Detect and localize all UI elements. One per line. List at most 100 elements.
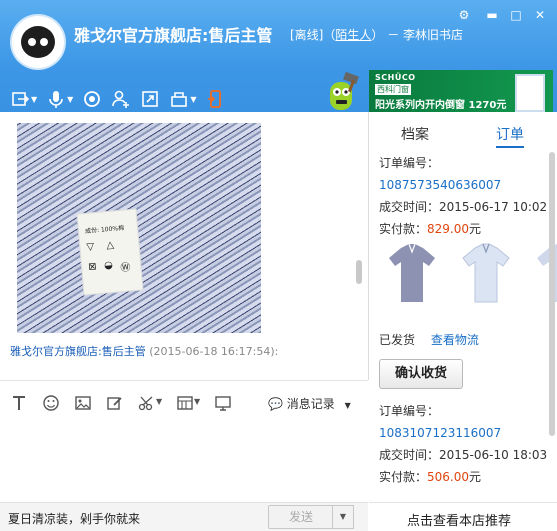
chat-title: 雅戈尔官方旗舰店:售后主管 [74,26,273,45]
chevron-down-icon: ▼ [190,94,197,104]
shipping-status: 已发货 查看物流 [379,331,479,348]
mascot-icon[interactable] [322,72,366,112]
calculator-button[interactable]: ▼ [176,395,200,411]
order-time: 2015-06-10 18:03 [439,448,548,462]
wash-symbol-icon: ▽ [86,241,95,254]
order-card: 订单编号： 1087573540636007 成交时间：2015-06-17 1… [379,152,549,240]
order-amount: 506.00 [427,470,470,484]
order-no-link[interactable]: 1083107123116007 [379,426,501,440]
order-amount: 829.00 [427,222,470,236]
store-recommend-bar[interactable]: 点击查看本店推荐 [369,502,557,531]
stranger-link[interactable]: 陌生人 [335,28,371,42]
voice-icon [49,91,63,108]
order-no-link[interactable]: 1087573540636007 [379,178,501,192]
chat-bubble-icon: 💬 [268,397,283,411]
no-bleach-icon: △ [105,239,115,252]
message-input[interactable] [0,424,368,502]
tab-profile[interactable]: 档案 [401,124,429,144]
ad-banner[interactable]: SCHÜCO 西科门窗 阳光系列内开内倒窗 1270元 [369,70,553,112]
promo-text[interactable]: 夏日清凉装，剁手你就来 [8,510,140,527]
avatar[interactable] [12,16,64,68]
garment-care-label: 成份: 100%棉 ▽ △ ⊠ ◒ Ⓦ [76,208,144,296]
ad-brand: SCHÜCO [375,73,416,82]
font-button[interactable] [10,395,28,411]
screenshot-button[interactable]: ▼ [138,395,162,411]
message-photo[interactable]: 成份: 100%棉 ▽ △ ⊠ ◒ Ⓦ [17,123,261,333]
iron-icon: ◒ [103,259,114,272]
sender-name: 雅戈尔官方旗舰店:售后主管 [10,345,146,358]
message-timestamp: (2015-06-18 16:17:54): [149,345,279,358]
ad-brand-sub: 西科门窗 [375,84,411,95]
chevron-down-icon: ▼ [194,397,201,406]
panel-tabs: 档案 订单 [369,124,557,148]
message-history-button[interactable]: 💬 消息记录 ▼ [268,395,351,412]
chevron-down-icon: ▼ [67,94,74,104]
voice-button[interactable]: ▼ [46,89,73,109]
confirm-receipt-button[interactable]: 确认收货 [379,359,463,389]
share-screen-icon [142,91,159,107]
transfer-file-button[interactable]: ▼ [10,89,37,109]
edit-icon [107,397,122,410]
avatar-face-icon [21,26,55,58]
order-time-label: 成交时间： [379,448,440,462]
history-label: 消息记录 [286,397,335,411]
order-products [379,236,557,314]
close-icon[interactable]: ✕ [533,8,547,22]
contact-location: － 李林旧书店 [387,28,464,42]
tab-orders[interactable]: 订单 [496,124,524,148]
panel-scrollbar[interactable] [549,152,555,436]
remote-desktop-button[interactable]: ▼ [169,89,196,109]
avatar-eye-icon [28,38,36,46]
image-icon [75,396,91,410]
chat-toolbar: ▼ ▼ ▼ [10,88,234,110]
screen-share-button[interactable] [214,395,232,411]
send-button[interactable]: 发送 [268,505,334,529]
store-recommend-link[interactable]: 点击查看本店推荐 [407,510,511,529]
gear-icon[interactable]: ⚙ [457,8,471,22]
order-pay-label: 实付款： [379,222,428,236]
chat-scrollbar[interactable] [356,260,362,284]
chat-history[interactable]: 成份: 100%棉 ▽ △ ⊠ ◒ Ⓦ 雅戈尔官方旗舰店:售后主管 (2015-… [0,112,369,380]
side-panel: 档案 订单 订单编号： 1087573540636007 成交时间：2015-0… [369,112,557,530]
share-screen-button[interactable] [140,89,160,109]
remote-desktop-icon [171,92,188,107]
shirt-product-image[interactable] [461,242,511,306]
avatar-eye-icon [40,38,48,46]
shirt-product-image[interactable] [387,242,437,306]
transfer-file-icon [12,92,30,106]
chevron-down-icon: ▼ [156,397,163,406]
edit-button[interactable] [106,395,124,411]
chevron-down-icon: ▼ [344,401,351,410]
mobile-button[interactable] [205,89,225,109]
editor-toolbar: ▼ ▼ 💬 消息记录 ▼ [0,380,368,425]
add-contact-button[interactable] [111,89,131,109]
window-product-image [515,74,545,112]
add-contact-icon [112,90,130,108]
emoji-icon [43,395,59,411]
font-icon [13,396,25,410]
order-pay-label: 实付款： [379,470,428,484]
dry-clean-icon: Ⓦ [120,262,131,275]
order-no-label: 订单编号： [379,404,440,418]
chevron-down-icon: ▼ [31,94,38,104]
ad-slogan: 阳光系列内开内倒窗 1270元 [375,100,507,111]
video-icon [84,91,101,107]
order-currency: 元 [469,470,482,484]
minimize-icon[interactable]: ▬ [485,8,499,22]
maximize-icon[interactable]: □ [509,8,523,22]
scissors-icon [138,396,153,411]
order-time: 2015-06-17 10:02 [439,200,548,214]
garment-tag-text: 成份: 100%棉 [84,224,125,236]
send-options-button[interactable]: ▼ [332,505,354,529]
status-open: [离线]（ [290,28,336,42]
video-button[interactable] [82,89,102,109]
calculator-icon [177,396,193,410]
logistics-link[interactable]: 查看物流 [431,333,479,347]
contact-status: [离线]（陌生人） － 李林旧书店 [290,26,463,43]
image-button[interactable] [74,395,92,411]
order-currency: 元 [469,222,482,236]
status-close: ） [371,28,384,42]
monitor-icon [215,396,231,411]
order-time-label: 成交时间： [379,200,440,214]
emoji-button[interactable] [42,395,60,411]
